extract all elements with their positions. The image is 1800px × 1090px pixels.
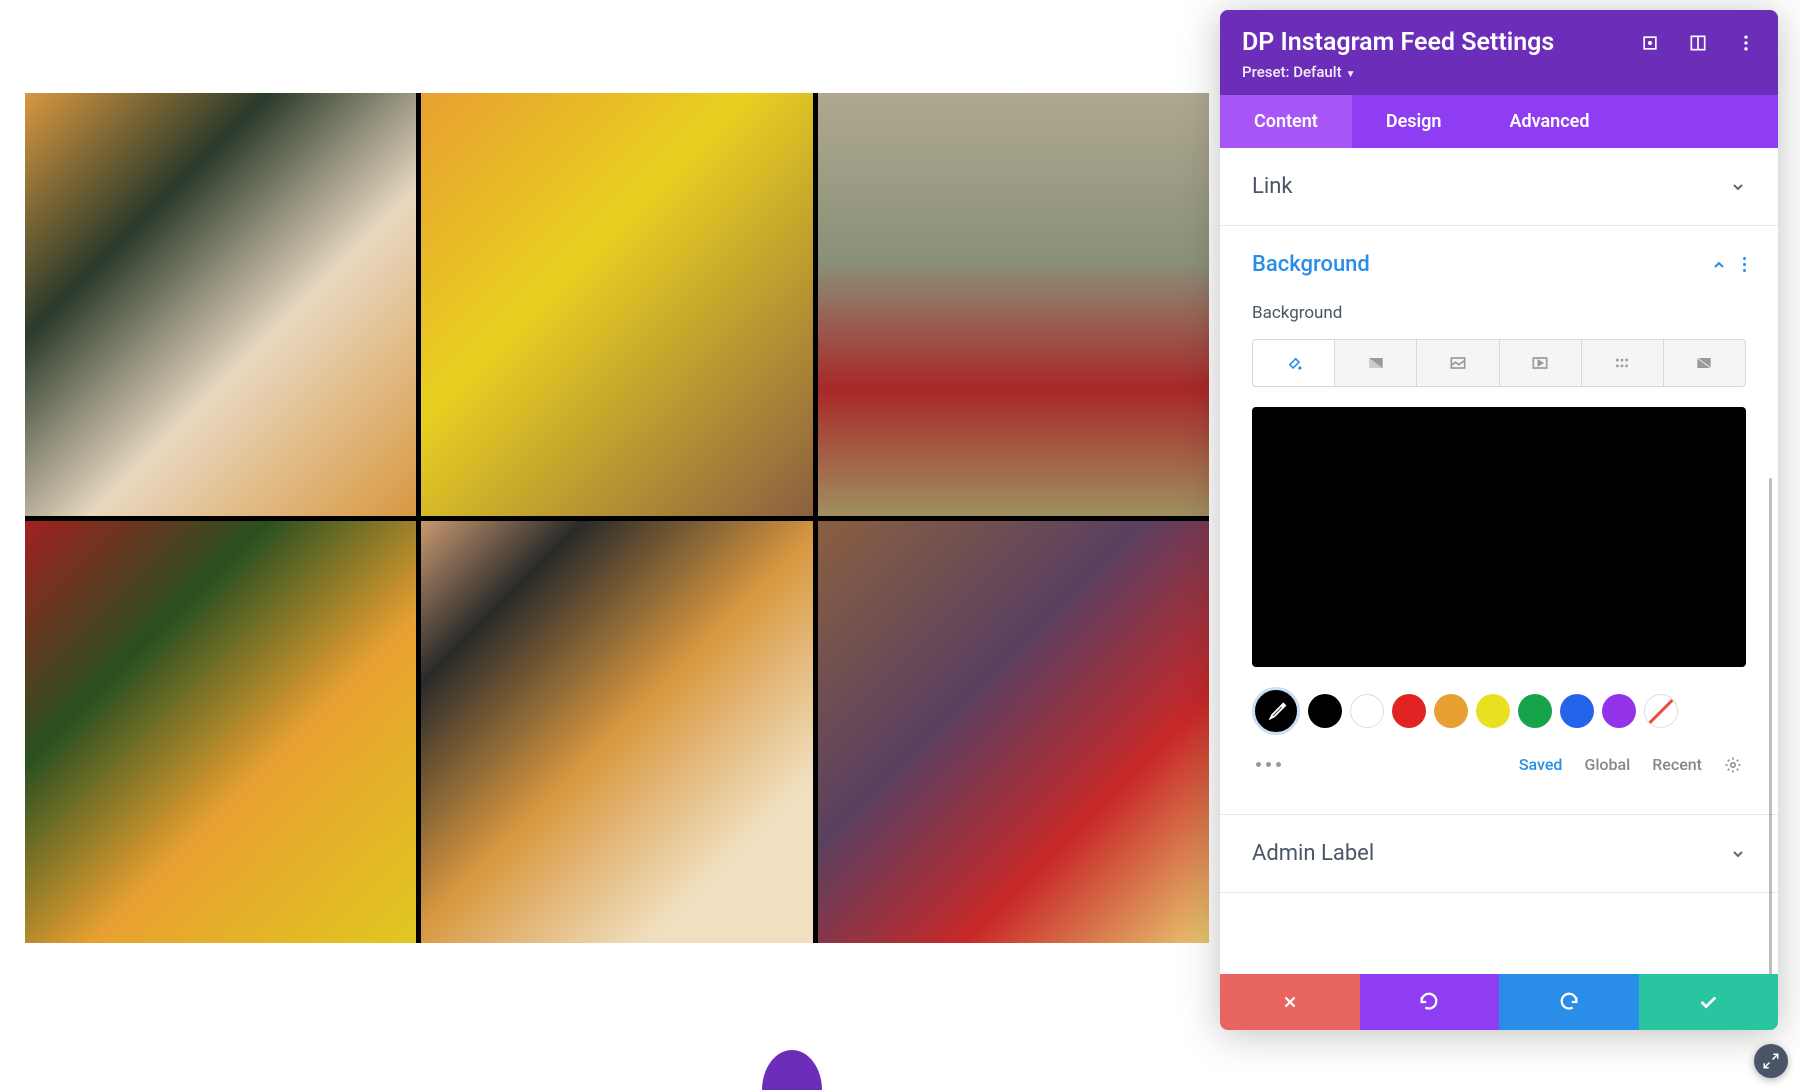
swatch-purple[interactable] bbox=[1602, 694, 1636, 728]
add-module-button[interactable] bbox=[762, 1050, 822, 1090]
color-swatches bbox=[1252, 687, 1746, 735]
chevron-up-icon bbox=[1711, 257, 1727, 273]
redo-icon bbox=[1558, 991, 1580, 1013]
instagram-feed-grid bbox=[25, 93, 1209, 943]
color-tab-recent[interactable]: Recent bbox=[1652, 755, 1702, 774]
feed-image[interactable] bbox=[421, 521, 812, 944]
color-tab-saved[interactable]: Saved bbox=[1519, 755, 1563, 774]
swatch-blue[interactable] bbox=[1560, 694, 1594, 728]
panel-header: DP Instagram Feed Settings Preset: Defau… bbox=[1220, 10, 1778, 95]
save-button[interactable] bbox=[1639, 974, 1779, 1030]
close-button[interactable] bbox=[1220, 974, 1360, 1030]
pattern-icon bbox=[1612, 353, 1632, 373]
snap-icon[interactable] bbox=[1688, 33, 1708, 53]
settings-panel: DP Instagram Feed Settings Preset: Defau… bbox=[1220, 10, 1778, 1030]
section-more-icon[interactable] bbox=[1743, 257, 1746, 272]
swatch-yellow[interactable] bbox=[1476, 694, 1510, 728]
swatch-none[interactable] bbox=[1644, 694, 1678, 728]
scrollbar[interactable] bbox=[1769, 478, 1772, 974]
panel-footer bbox=[1220, 974, 1778, 1030]
bg-tab-gradient[interactable] bbox=[1334, 339, 1417, 387]
image-icon bbox=[1448, 353, 1468, 373]
bg-tab-color[interactable] bbox=[1252, 339, 1335, 387]
section-background-toggle[interactable]: Background bbox=[1220, 226, 1778, 303]
color-picker-button[interactable] bbox=[1252, 687, 1300, 735]
bg-tab-mask[interactable] bbox=[1663, 339, 1746, 387]
panel-tabs: Content Design Advanced bbox=[1220, 95, 1778, 148]
swatch-green[interactable] bbox=[1518, 694, 1552, 728]
swatch-red[interactable] bbox=[1392, 694, 1426, 728]
video-icon bbox=[1530, 353, 1550, 373]
color-preview[interactable] bbox=[1252, 407, 1746, 667]
resize-icon bbox=[1762, 1052, 1780, 1070]
swatch-white[interactable] bbox=[1350, 694, 1384, 728]
tab-design[interactable]: Design bbox=[1352, 95, 1476, 148]
swatch-orange[interactable] bbox=[1434, 694, 1468, 728]
bg-tab-video[interactable] bbox=[1499, 339, 1582, 387]
paint-icon bbox=[1284, 353, 1304, 373]
feed-image[interactable] bbox=[25, 521, 416, 944]
chevron-down-icon bbox=[1730, 179, 1746, 195]
more-icon[interactable] bbox=[1736, 33, 1756, 53]
background-type-tabs bbox=[1252, 339, 1746, 387]
bg-tab-pattern[interactable] bbox=[1581, 339, 1664, 387]
tab-advanced[interactable]: Advanced bbox=[1475, 95, 1623, 148]
bg-tab-image[interactable] bbox=[1416, 339, 1499, 387]
color-tab-global[interactable]: Global bbox=[1584, 755, 1630, 774]
feed-image[interactable] bbox=[25, 93, 416, 516]
resize-handle[interactable] bbox=[1754, 1044, 1788, 1078]
background-label: Background bbox=[1252, 303, 1746, 323]
feed-image[interactable] bbox=[818, 93, 1209, 516]
gear-icon[interactable] bbox=[1724, 756, 1742, 774]
section-admin-label-toggle[interactable]: Admin Label bbox=[1220, 815, 1778, 892]
expand-icon[interactable] bbox=[1640, 33, 1660, 53]
undo-icon bbox=[1418, 991, 1440, 1013]
close-icon bbox=[1281, 993, 1299, 1011]
section-link-toggle[interactable]: Link bbox=[1220, 148, 1778, 225]
feed-image[interactable] bbox=[818, 521, 1209, 944]
preset-selector[interactable]: Preset: Default▼ bbox=[1242, 63, 1756, 81]
gradient-icon bbox=[1366, 353, 1386, 373]
feed-image[interactable] bbox=[421, 93, 812, 516]
swatch-black[interactable] bbox=[1308, 694, 1342, 728]
undo-button[interactable] bbox=[1360, 974, 1500, 1030]
eyedropper-icon bbox=[1265, 700, 1287, 722]
mask-icon bbox=[1694, 353, 1714, 373]
redo-button[interactable] bbox=[1499, 974, 1639, 1030]
more-swatches-icon[interactable] bbox=[1256, 762, 1281, 767]
check-icon bbox=[1697, 991, 1719, 1013]
panel-title: DP Instagram Feed Settings bbox=[1242, 28, 1554, 57]
chevron-down-icon bbox=[1730, 846, 1746, 862]
panel-body: Link Background Background bbox=[1220, 148, 1778, 974]
tab-content[interactable]: Content bbox=[1220, 95, 1352, 148]
caret-down-icon: ▼ bbox=[1346, 69, 1356, 80]
